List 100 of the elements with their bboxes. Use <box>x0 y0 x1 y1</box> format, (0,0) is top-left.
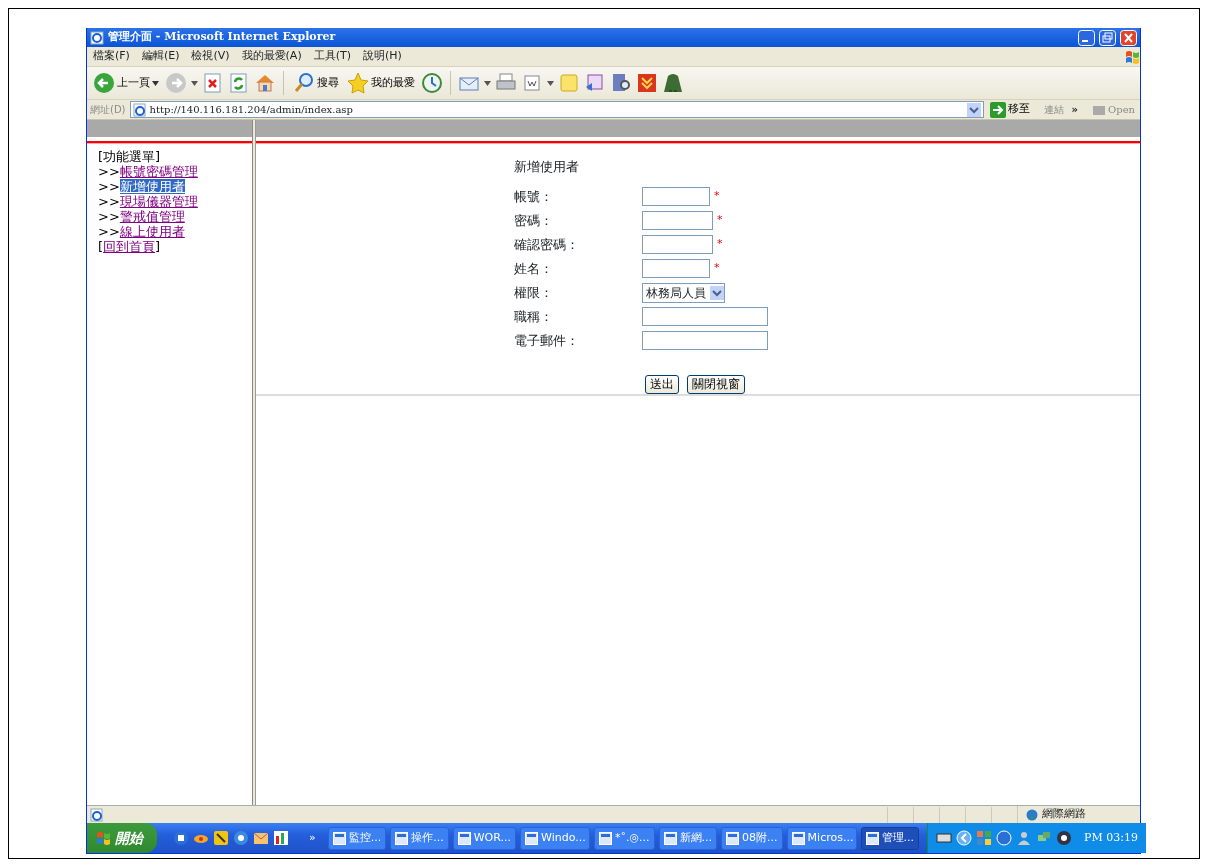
input-field[interactable] <box>642 307 768 326</box>
nav-link[interactable]: 新增使用者 <box>119 179 185 194</box>
magnifier-icon <box>293 72 315 94</box>
arrow-marker: >> <box>98 224 120 239</box>
download-icon[interactable] <box>636 72 658 94</box>
taskbar-button[interactable]: 管理... <box>860 826 920 850</box>
app-icon[interactable] <box>213 830 229 846</box>
dropdown-icon <box>710 285 724 300</box>
arrow-marker: >> <box>98 194 120 209</box>
caret-icon[interactable] <box>484 80 491 86</box>
nav-link[interactable]: 帳號密碼管理 <box>119 164 198 179</box>
taskbar-button[interactable]: Windo... <box>520 826 590 850</box>
menu-item[interactable]: 我的最愛(A) <box>235 48 308 65</box>
address-field[interactable]: http://140.116.181.204/admin/index.asp <box>129 101 984 118</box>
menu-item[interactable]: 檔案(F) <box>87 48 136 65</box>
browser-icon <box>90 30 104 45</box>
select-field[interactable]: 林務局人員 <box>642 282 725 303</box>
dropdown-icon[interactable] <box>966 102 981 117</box>
address-label: 網址(D) <box>90 103 126 117</box>
menu-item[interactable]: 編輯(E) <box>135 48 186 65</box>
search-button[interactable]: 搜尋 <box>291 72 341 94</box>
window-title: 管理介面 - Microsoft Internet Explorer <box>108 29 336 46</box>
zone-label: 網際網路 <box>1042 806 1086 823</box>
bracket: [ <box>98 239 104 254</box>
window-icon <box>726 831 740 845</box>
form-button[interactable]: 關閉視窗 <box>687 374 745 394</box>
taskbar-button[interactable]: *˚.◎... <box>594 826 655 850</box>
bracket: ] <box>155 239 161 254</box>
field-label: 電子郵件： <box>514 331 580 350</box>
taskbar-button[interactable]: 新網... <box>658 826 718 850</box>
window-icon <box>332 831 346 845</box>
input-field[interactable] <box>642 331 768 350</box>
window-icon <box>791 831 805 845</box>
required-mark: * <box>714 188 720 205</box>
window-icon <box>599 831 612 845</box>
taskbar-button[interactable]: 監控... <box>327 826 387 850</box>
person-icon[interactable] <box>1016 830 1033 846</box>
input-field[interactable] <box>642 187 710 206</box>
house-icon[interactable] <box>254 72 276 94</box>
keyboard-icon[interactable] <box>936 830 953 846</box>
field-label: 權限： <box>514 283 554 302</box>
restore-icon[interactable] <box>1099 29 1116 46</box>
caret-icon[interactable] <box>191 80 198 86</box>
page-icon <box>132 102 147 117</box>
circle-icon[interactable] <box>1056 830 1073 846</box>
page-icon <box>90 807 104 822</box>
input-field[interactable] <box>642 259 710 278</box>
taskbar-button[interactable]: WOR... <box>452 826 516 850</box>
arrow-marker: >> <box>98 164 120 179</box>
nav-link[interactable]: 警戒值管理 <box>119 209 185 224</box>
stop-icon[interactable] <box>202 72 224 94</box>
window-icon <box>457 831 471 845</box>
browser-icon[interactable] <box>233 830 249 846</box>
required-mark: * <box>714 260 720 277</box>
star-icon <box>347 72 369 94</box>
home-link[interactable]: 回到首頁 <box>103 239 156 254</box>
chevron-icon[interactable]: » <box>1071 102 1079 117</box>
favorites-button[interactable]: 我的最愛 <box>345 72 417 94</box>
menu-item[interactable]: 工具(T) <box>307 48 357 65</box>
arrow-marker: >> <box>98 209 120 224</box>
menu-heading: [功能選單] <box>98 149 162 164</box>
close-icon[interactable] <box>1120 29 1137 46</box>
required-mark: * <box>717 236 723 253</box>
field-label: 密碼： <box>514 211 554 230</box>
form-title: 新增使用者 <box>514 158 580 176</box>
nav-link[interactable]: 線上使用者 <box>119 224 185 239</box>
go-button[interactable]: 移至 <box>987 101 1032 118</box>
input-field[interactable] <box>642 211 713 230</box>
chart-icon[interactable] <box>273 830 289 846</box>
window-icon <box>663 831 677 845</box>
field-label: 確認密碼： <box>514 235 580 254</box>
window-icon <box>395 831 409 845</box>
nav-link[interactable]: 現場儀器管理 <box>119 194 198 209</box>
mail-icon[interactable] <box>253 830 269 846</box>
field-label: 帳號： <box>514 187 554 206</box>
menu-item[interactable]: 說明(H) <box>357 48 408 65</box>
taskbar-button[interactable]: 08附... <box>721 826 783 850</box>
minimize-icon[interactable] <box>1078 29 1095 46</box>
grid-icon[interactable] <box>976 830 993 846</box>
required-mark: * <box>717 212 723 229</box>
browser-icon[interactable] <box>173 830 189 846</box>
taskbar-button[interactable]: 操作... <box>390 826 449 850</box>
menu-item[interactable]: 檢視(V) <box>185 48 236 65</box>
history-icon[interactable] <box>421 72 443 94</box>
window-icon <box>865 831 879 845</box>
form-button[interactable]: 送出 <box>645 374 679 394</box>
taskbar-button[interactable]: Micros... <box>786 826 857 850</box>
field-label: 姓名： <box>514 259 554 278</box>
arrow-icon <box>989 101 1006 118</box>
globe-icon <box>1026 808 1038 821</box>
back-button[interactable]: 上一頁 <box>91 72 161 94</box>
chevron-icon[interactable]: » <box>309 829 316 847</box>
arrow-marker: >> <box>98 179 120 194</box>
clock: PM 03:19 <box>1084 829 1138 846</box>
field-label: 職稱： <box>514 307 554 326</box>
caret-icon[interactable] <box>547 80 554 86</box>
document-icon[interactable] <box>521 72 543 94</box>
input-field[interactable] <box>642 235 713 254</box>
refresh-icon[interactable] <box>228 72 250 94</box>
start-button[interactable]: 開始 <box>87 823 157 853</box>
